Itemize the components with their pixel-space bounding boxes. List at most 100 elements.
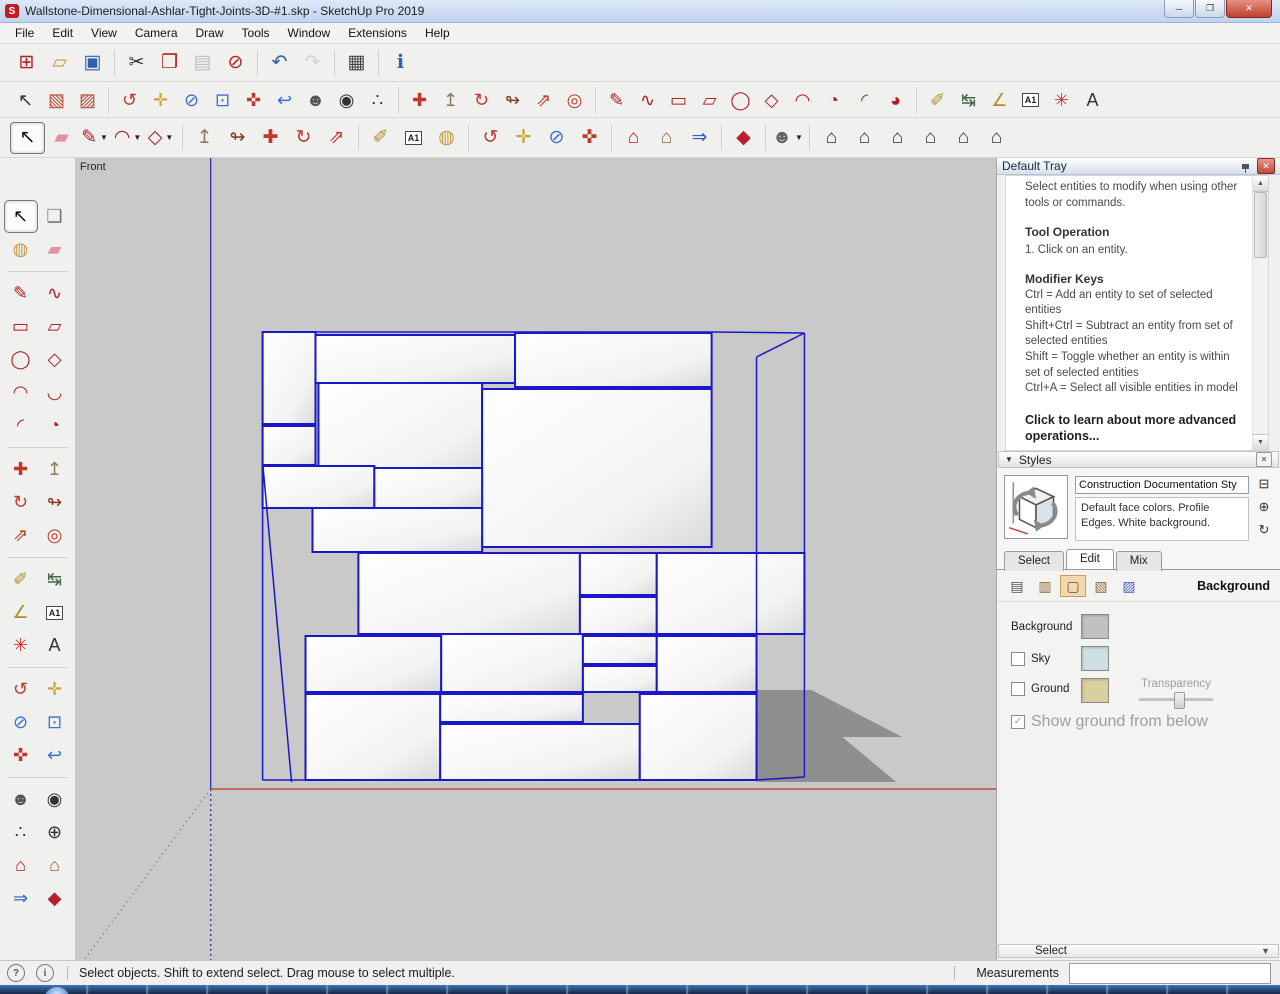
stone-block[interactable] [655,552,806,635]
view-iso-button[interactable]: ⌂ [815,123,848,153]
scroll-down-icon[interactable]: ▼ [1253,434,1268,451]
tape-measure-button[interactable]: ✐ [922,85,953,115]
push-pull-button[interactable]: ↥ [188,123,221,153]
two-point-arc-tool[interactable]: ◠ [4,376,38,409]
push-pull-tool[interactable]: ↥ [38,453,72,486]
walk-tool[interactable]: ∴ [4,816,38,849]
tray-close-button[interactable]: ✕ [1257,158,1275,174]
zoom-extents-button[interactable]: ✜ [573,123,606,153]
start-orb-icon[interactable] [44,987,70,994]
stone-block[interactable] [578,596,658,635]
line-button[interactable]: ✎ [601,85,632,115]
open-button[interactable]: ▱ [43,48,76,78]
info-status-icon[interactable]: i [36,964,54,982]
dropdown-arrow-icon[interactable]: ▼ [100,133,108,142]
tab-select[interactable]: Select [1004,551,1064,572]
push-pull-button[interactable]: ↥ [435,85,466,115]
follow-me-button[interactable]: ↬ [497,85,528,115]
dimension-tool[interactable]: ↹ [38,563,72,596]
learn-more-link[interactable]: Click to learn about more advanced opera… [1025,412,1244,445]
menu-extensions[interactable]: Extensions [339,24,416,42]
select-tool[interactable]: ↖ [3,200,38,233]
share-model-button[interactable]: ⇒ [683,123,716,153]
extension-warehouse-tool[interactable]: ⌂ [38,849,72,882]
view-top-button[interactable]: ⌂ [848,123,881,153]
protractor-tool[interactable]: ∠ [4,596,38,629]
freehand-tool[interactable]: ∿ [38,277,72,310]
dropdown-arrow-icon[interactable]: ▼ [795,133,803,142]
redo-button[interactable]: ↷ [296,48,329,78]
zoom-previous-tool[interactable]: ↩ [38,739,72,772]
instructor-scrollbar[interactable]: ▲ ▼ [1252,176,1268,451]
stone-block[interactable] [261,465,376,509]
extension-warehouse-button[interactable]: ⌂ [650,123,683,153]
view-front-button[interactable]: ⌂ [881,123,914,153]
extension-manager-button[interactable]: ◆ [727,123,760,153]
paint-bucket-tool[interactable]: ◍ [4,233,38,266]
stone-block[interactable] [304,635,443,693]
zoom-button[interactable]: ⊘ [176,85,207,115]
section-plane-tool[interactable]: ⊕ [38,816,72,849]
select-button[interactable]: ↖ [10,121,45,154]
style-name-input[interactable] [1075,476,1249,495]
zoom-window-button[interactable]: ⊡ [207,85,238,115]
cut-button[interactable]: ✂ [120,48,153,78]
rectangle-button[interactable]: ▭ [663,85,694,115]
share-model-tool[interactable]: ⇒ [4,882,38,915]
pie-tool[interactable]: ◔ [38,409,72,442]
wall-bounding-edge[interactable] [261,461,293,783]
scale-button[interactable]: ⇗ [528,85,559,115]
eraser-button[interactable]: ▰ [45,123,78,153]
copy-button[interactable]: ❐ [153,48,186,78]
menu-file[interactable]: File [6,24,43,42]
rotate-tool[interactable]: ↻ [4,486,38,519]
make-component-tool[interactable]: ❑ [38,200,72,233]
stone-block[interactable] [514,332,713,388]
shapes-button[interactable]: ◇ ▼ [144,123,177,153]
sign-in-button[interactable]: ☻ ▼ [771,123,804,153]
walk-button[interactable]: ∴ [362,85,393,115]
move-tool[interactable]: ✚ [4,453,38,486]
zoom-window-tool[interactable]: ⊡ [38,706,72,739]
rotated-rectangle-button[interactable]: ▱ [694,85,725,115]
polygon-tool[interactable]: ◇ [38,343,72,376]
rotate-button[interactable]: ↻ [466,85,497,115]
measurements-input[interactable] [1069,962,1271,984]
look-around-tool[interactable]: ◉ [38,783,72,816]
edge-settings-icon[interactable]: ▤ [1004,575,1030,597]
pie-filled-button[interactable]: ◕ [880,85,911,115]
watermark-settings-icon[interactable]: ▧ [1088,575,1114,597]
line-button[interactable]: ✎ ▼ [78,123,111,153]
eraser-tool[interactable]: ▰ [38,233,72,266]
tape-measure-tool[interactable]: ✐ [4,563,38,596]
zoom-tool[interactable]: ⊘ [4,706,38,739]
stone-block[interactable] [261,331,317,425]
scrollbar-thumb[interactable] [1254,192,1267,258]
close-button[interactable]: ✕ [1226,0,1272,18]
display-secondary-pane-icon[interactable]: ⊟ [1259,476,1270,492]
erase-button[interactable]: ⊘ [219,48,252,78]
tab-edit[interactable]: Edit [1065,549,1114,570]
offset-button[interactable]: ◎ [559,85,590,115]
stone-block[interactable] [655,635,758,693]
dropdown-arrow-icon[interactable]: ▼ [165,133,173,142]
stone-block[interactable] [261,425,317,466]
styles-close-icon[interactable]: ✕ [1256,452,1272,468]
pan-button[interactable]: ✛ [145,85,176,115]
dimension-button[interactable]: ↹ [953,85,984,115]
help-status-icon[interactable]: ? [7,964,25,982]
paste-button[interactable]: ▤ [186,48,219,78]
tape-measure-button[interactable]: ✐ [364,123,397,153]
menu-window[interactable]: Window [279,24,340,42]
section-display-button[interactable]: ▧ [41,85,72,115]
scale-button[interactable]: ⇗ [320,123,353,153]
style-thumbnail[interactable] [1004,475,1068,540]
windows-taskbar[interactable] [0,985,1280,994]
rectangle-tool[interactable]: ▭ [4,310,38,343]
circle-button[interactable]: ◯ [725,85,756,115]
scale-tool[interactable]: ⇗ [4,519,38,552]
dropdown-arrow-icon[interactable]: ▼ [133,133,141,142]
paint-bucket-button[interactable]: ◍ [430,123,463,153]
tab-mix[interactable]: Mix [1115,551,1162,572]
pointer-button[interactable]: ↖ [10,85,41,115]
